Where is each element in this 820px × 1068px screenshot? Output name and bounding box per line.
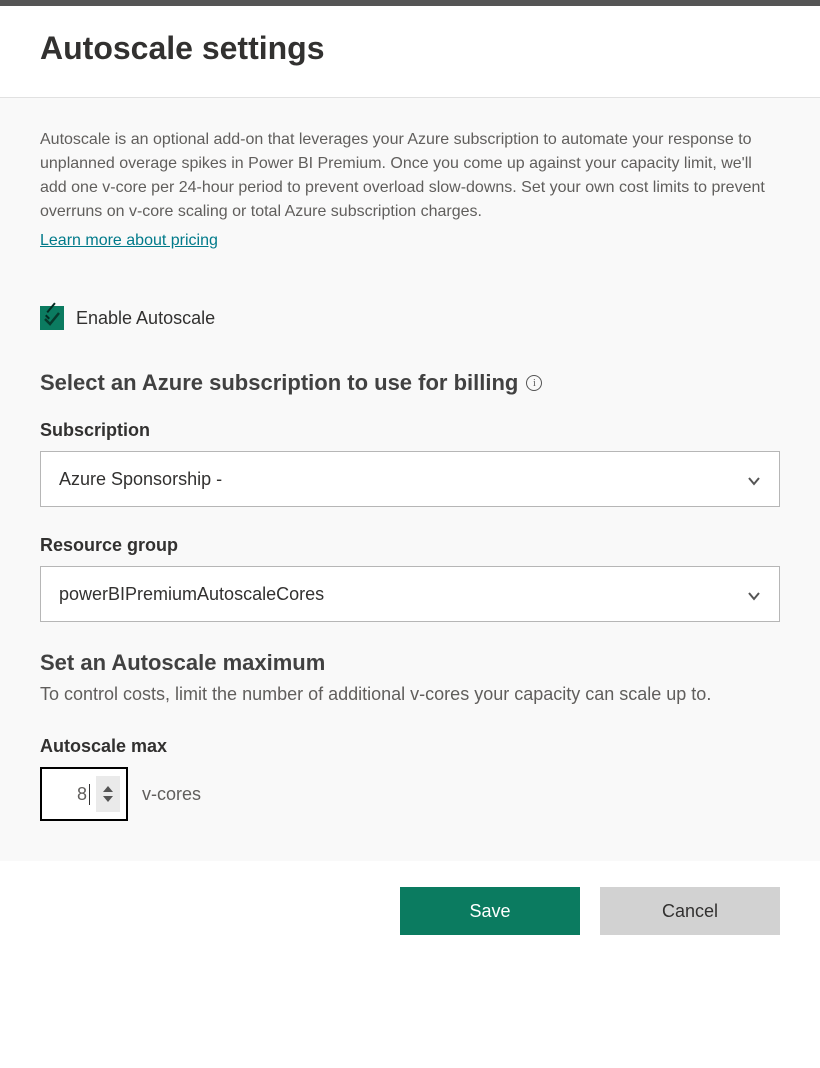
- page-title: Autoscale settings: [40, 30, 780, 67]
- billing-heading: Select an Azure subscription to use for …: [40, 370, 780, 396]
- autoscale-max-input[interactable]: 8: [40, 767, 128, 821]
- subscription-label: Subscription: [40, 420, 780, 441]
- enable-autoscale-label: Enable Autoscale: [76, 308, 215, 329]
- enable-autoscale-row[interactable]: Enable Autoscale: [40, 306, 780, 330]
- billing-heading-text: Select an Azure subscription to use for …: [40, 370, 518, 396]
- vcores-suffix: v-cores: [142, 784, 201, 805]
- cancel-button[interactable]: Cancel: [600, 887, 780, 935]
- save-button[interactable]: Save: [400, 887, 580, 935]
- subscription-value: Azure Sponsorship -: [59, 469, 222, 490]
- spinner-up-icon[interactable]: [103, 786, 113, 792]
- info-icon[interactable]: i: [526, 375, 542, 391]
- resource-group-select[interactable]: powerBIPremiumAutoscaleCores: [40, 566, 780, 622]
- max-description: To control costs, limit the number of ad…: [40, 680, 780, 708]
- spinner-down-icon[interactable]: [103, 796, 113, 802]
- learn-more-pricing-link[interactable]: Learn more about pricing: [40, 232, 218, 250]
- subscription-select[interactable]: Azure Sponsorship -: [40, 451, 780, 507]
- dialog-footer: Save Cancel: [0, 861, 820, 961]
- autoscale-max-label: Autoscale max: [40, 736, 780, 757]
- enable-autoscale-checkbox[interactable]: [40, 306, 64, 330]
- autoscale-max-value: 8: [52, 784, 90, 805]
- chevron-down-icon: [747, 472, 761, 486]
- chevron-down-icon: [747, 587, 761, 601]
- max-heading: Set an Autoscale maximum: [40, 650, 780, 676]
- checkmark-icon: [40, 306, 64, 330]
- description-text: Autoscale is an optional add-on that lev…: [40, 128, 780, 224]
- resource-group-label: Resource group: [40, 535, 780, 556]
- number-spinner[interactable]: [96, 776, 120, 812]
- settings-panel: Autoscale is an optional add-on that lev…: [0, 97, 820, 861]
- resource-group-value: powerBIPremiumAutoscaleCores: [59, 584, 324, 605]
